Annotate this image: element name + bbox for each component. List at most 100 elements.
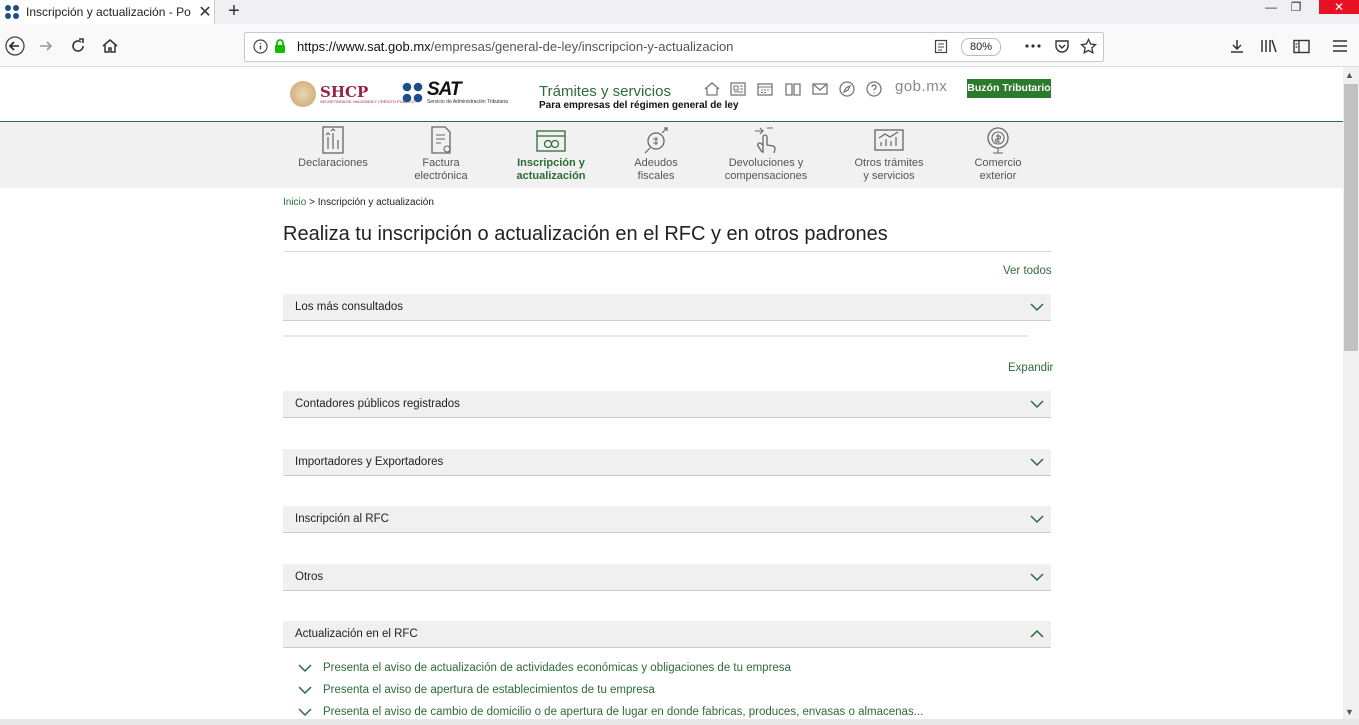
url-text[interactable]: https://www.sat.gob.mx/empresas/general-… bbox=[297, 39, 733, 54]
download-icon bbox=[1231, 40, 1243, 53]
section-subheading: Para empresas del régimen general de ley bbox=[539, 100, 739, 111]
declaraciones-icon bbox=[322, 126, 344, 154]
help-icon[interactable] bbox=[865, 80, 883, 98]
new-tab-button[interactable]: + bbox=[222, 0, 246, 24]
menu-label-line2: actualización bbox=[516, 170, 586, 182]
restore-button[interactable]: ❐ bbox=[1276, 0, 1316, 14]
url-bar[interactable]: https://www.sat.gob.mx/empresas/general-… bbox=[244, 32, 1104, 62]
adeudos-icon bbox=[644, 127, 668, 154]
scrollbar-thumb[interactable] bbox=[1344, 84, 1358, 351]
menu-label-line1: Otros trámites bbox=[854, 157, 924, 169]
accordion-los-mas-consultados[interactable]: Los más consultados bbox=[283, 294, 1051, 321]
section-heading[interactable]: Trámites y servicios bbox=[539, 83, 671, 100]
menu-label-line1: Factura bbox=[422, 157, 460, 169]
menu-item-declaraciones[interactable]: Declaraciones bbox=[296, 122, 370, 188]
subitem-link[interactable]: Presenta el aviso de apertura de estable… bbox=[297, 684, 655, 696]
chevron-down-icon bbox=[1030, 400, 1044, 409]
menu-item-factura-electronica[interactable]: Factura electrónica bbox=[404, 122, 478, 188]
menu-label-line1: Inscripción y bbox=[517, 157, 585, 169]
accordion-inscripcion-rfc[interactable]: Inscripción al RFC bbox=[283, 506, 1051, 533]
breadcrumb-home-link[interactable]: Inicio bbox=[283, 197, 306, 208]
accordion-actualizacion-rfc[interactable]: Actualización en el RFC bbox=[283, 621, 1051, 648]
pocket-icon[interactable] bbox=[1054, 39, 1070, 54]
chevron-down-icon bbox=[1030, 303, 1044, 312]
scroll-down-arrow-icon[interactable]: ▼ bbox=[1345, 707, 1354, 717]
chevron-down-icon bbox=[1030, 515, 1044, 524]
menu-label-line2: exterior bbox=[979, 170, 1017, 182]
accordion-label: Actualización en el RFC bbox=[295, 628, 418, 640]
url-path: /empresas/general-de-ley/inscripcion-y-a… bbox=[430, 39, 734, 54]
expandir-link[interactable]: Expandir bbox=[1008, 362, 1053, 374]
lock-icon[interactable] bbox=[273, 38, 287, 54]
calendar-icon[interactable] bbox=[756, 80, 774, 98]
gobmx-link[interactable]: gob.mx bbox=[895, 78, 947, 95]
forward-button[interactable] bbox=[31, 31, 61, 61]
comercio-globe-icon bbox=[987, 127, 1009, 154]
window-close-button[interactable]: ✕ bbox=[1319, 0, 1359, 14]
accordion-label: Contadores públicos registrados bbox=[295, 398, 460, 410]
chevron-down-icon bbox=[298, 664, 312, 673]
chevron-up-icon bbox=[1030, 629, 1044, 638]
sat-subtitle: Servicio de Administración Tributaria bbox=[427, 99, 508, 105]
site-header bbox=[0, 67, 1343, 122]
menu-label-line2: y servicios bbox=[863, 170, 915, 182]
accordion-importadores[interactable]: Importadores y Exportadores bbox=[283, 449, 1051, 476]
subitem-link[interactable]: Presenta el aviso de actualización de ac… bbox=[297, 662, 791, 674]
home-icon bbox=[102, 39, 118, 53]
menu-item-comercio-exterior[interactable]: Comercio exterior bbox=[962, 122, 1034, 188]
library-button[interactable] bbox=[1254, 31, 1284, 61]
inscripcion-icon bbox=[536, 130, 566, 152]
compass-icon[interactable] bbox=[838, 80, 856, 98]
shcp-title: SHCP bbox=[320, 82, 369, 101]
back-button[interactable] bbox=[0, 31, 30, 61]
menu-item-inscripcion-actualizacion[interactable]: Inscripción y actualización bbox=[510, 122, 592, 188]
reload-button[interactable] bbox=[63, 31, 93, 61]
menu-icon bbox=[1333, 40, 1347, 52]
home-icon[interactable] bbox=[703, 80, 721, 98]
news-icon[interactable] bbox=[729, 80, 747, 98]
mail-icon[interactable] bbox=[811, 80, 829, 98]
menu-label-line1: Comercio bbox=[974, 157, 1022, 169]
reader-view-icon[interactable] bbox=[934, 39, 948, 54]
chevron-down-icon bbox=[1030, 458, 1044, 467]
menu-label-line2: electrónica bbox=[414, 170, 468, 182]
subitem-label: Presenta el aviso de cambio de domicilio… bbox=[323, 706, 924, 718]
book-icon[interactable] bbox=[784, 80, 802, 98]
sat-logo[interactable]: SAT Servicio de Administración Tributari… bbox=[402, 80, 508, 105]
sat-favicon-icon bbox=[5, 5, 19, 19]
tab-close-icon[interactable]: ✕ bbox=[196, 2, 214, 22]
accordion-otros[interactable]: Otros bbox=[283, 564, 1051, 591]
browser-tab[interactable]: Inscripción y actualización - Po ✕ bbox=[0, 0, 215, 24]
home-button[interactable] bbox=[95, 31, 125, 61]
scroll-up-arrow-icon[interactable]: ▲ bbox=[1345, 70, 1354, 80]
more-icon[interactable] bbox=[1024, 40, 1042, 52]
subitem-label: Presenta el aviso de actualización de ac… bbox=[323, 662, 791, 674]
factura-icon bbox=[431, 126, 451, 154]
subitem-link[interactable]: Presenta el aviso de cambio de domicilio… bbox=[297, 706, 923, 718]
bookmark-star-icon[interactable] bbox=[1080, 38, 1097, 55]
download-button[interactable] bbox=[1222, 31, 1252, 61]
page-title: Realiza tu inscripción o actualización e… bbox=[283, 223, 888, 245]
shcp-subtitle: SECRETARÍA DE HACIENDA Y CRÉDITO PÚBLICO bbox=[320, 98, 415, 104]
sidebar-button[interactable] bbox=[1286, 31, 1316, 61]
menu-item-adeudos-fiscales[interactable]: Adeudos fiscales bbox=[620, 122, 692, 188]
breadcrumb: Inicio > Inscripción y actualización bbox=[283, 197, 434, 208]
ver-todos-link[interactable]: Ver todos bbox=[1003, 265, 1052, 277]
chevron-down-icon bbox=[298, 708, 312, 717]
accordion-label: Importadores y Exportadores bbox=[295, 456, 444, 468]
buzon-tributario-button[interactable]: Buzón Tributario bbox=[967, 79, 1051, 98]
info-icon[interactable] bbox=[253, 39, 268, 54]
accordion-label: Los más consultados bbox=[295, 301, 404, 313]
back-icon bbox=[5, 36, 25, 56]
url-host: https://www.sat.gob.mx bbox=[297, 39, 431, 54]
reload-icon bbox=[72, 38, 84, 52]
accordion-contadores[interactable]: Contadores públicos registrados bbox=[283, 391, 1051, 418]
shcp-logo[interactable]: SHCP SECRETARÍA DE HACIENDA Y CRÉDITO PÚ… bbox=[290, 81, 415, 107]
menu-button[interactable] bbox=[1325, 31, 1355, 61]
menu-item-devoluciones-compensaciones[interactable]: Devoluciones y compensaciones bbox=[718, 122, 814, 188]
zoom-indicator[interactable]: 80% bbox=[961, 38, 1001, 56]
menu-item-otros-tramites[interactable]: Otros trámites y servicios bbox=[846, 122, 932, 188]
taskbar-edge bbox=[0, 719, 1359, 725]
chevron-down-icon bbox=[298, 686, 312, 695]
section-divider bbox=[283, 335, 1028, 337]
